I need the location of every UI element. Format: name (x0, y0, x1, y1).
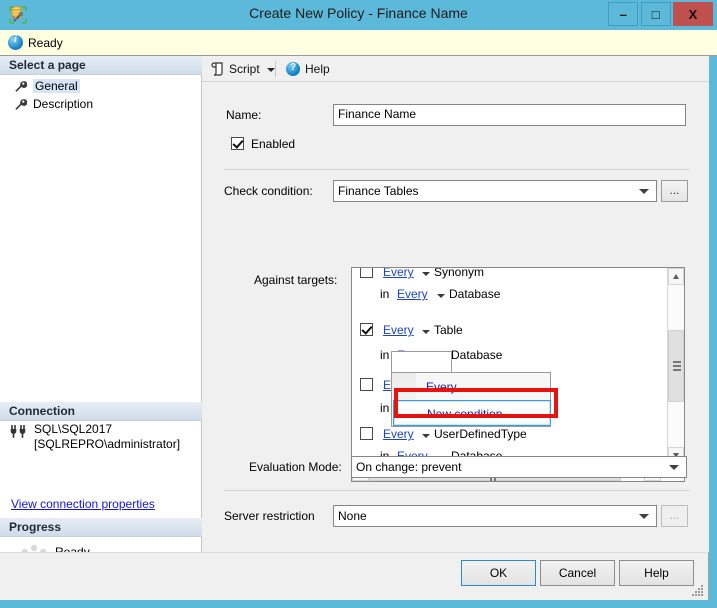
help-label: Help (305, 62, 330, 76)
main-panel: Script Help Name: Finance Name Enabled C… (202, 56, 709, 552)
sidebar-item-label: Description (33, 97, 94, 111)
check-condition-browse-button[interactable]: ... (661, 180, 688, 202)
enabled-label: Enabled (251, 137, 296, 151)
dropdown-item-label: New condition... (427, 407, 513, 421)
check-condition-value: Finance Tables (338, 184, 419, 198)
server-restriction-label: Server restriction (224, 509, 315, 523)
target-checkbox[interactable] (360, 427, 373, 440)
target-type-label: Synonym (434, 268, 485, 279)
wrench-icon (15, 81, 27, 92)
target-scope-link[interactable]: Every (383, 323, 414, 337)
view-connection-properties-link[interactable]: View connection properties (11, 497, 155, 511)
progress-header-label: Progress (9, 520, 62, 534)
chevron-down-icon[interactable] (437, 294, 445, 298)
minimize-button[interactable]: – (608, 2, 639, 26)
evaluation-mode-value: On change: prevent (356, 460, 462, 474)
chevron-down-icon[interactable] (422, 272, 430, 276)
script-button[interactable]: Script (211, 60, 275, 79)
chevron-down-icon[interactable] (422, 330, 430, 334)
help-icon (286, 62, 300, 76)
divider-1 (224, 169, 690, 170)
help-button-footer[interactable]: Help (619, 560, 694, 586)
name-label: Name: (226, 108, 262, 122)
evaluation-mode-label: Evaluation Mode: (249, 460, 342, 474)
enabled-checkbox-box[interactable] (231, 137, 244, 150)
server-restriction-select[interactable]: None (333, 505, 657, 527)
progress-header: Progress (0, 518, 202, 537)
status-text: Ready (28, 36, 63, 50)
dialog-body: Select a page General Description Connec… (0, 56, 709, 578)
against-targets-content: Every Synonym in Every Database Every Ta… (352, 268, 668, 464)
target-type-label: Database (449, 287, 501, 301)
target-checkbox[interactable] (360, 268, 373, 278)
dropdown-item-new-condition[interactable]: New condition... (393, 400, 551, 426)
against-targets-listbox[interactable]: Every Synonym in Every Database Every Ta… (351, 267, 685, 482)
resize-grip-icon[interactable] (692, 585, 704, 597)
target-checkbox[interactable] (360, 378, 373, 391)
scroll-up-button[interactable] (668, 268, 684, 285)
dropdown-item-every[interactable]: Every (393, 374, 551, 400)
chevron-down-icon (639, 189, 649, 194)
connection-header-label: Connection (9, 404, 75, 418)
create-new-policy-dialog: Create New Policy - Finance Name – □ X R… (0, 0, 717, 608)
target-in-label: in (380, 401, 390, 415)
target-in-label: in (380, 348, 390, 362)
dropdown-item-label: Every (426, 380, 457, 394)
sidebar: Select a page General Description Connec… (0, 56, 202, 578)
target-scope-link[interactable]: Every (383, 268, 414, 279)
ok-button[interactable]: OK (461, 560, 536, 586)
evaluation-mode-select[interactable]: On change: prevent (351, 456, 687, 478)
chevron-down-icon (669, 465, 679, 470)
maximize-button[interactable]: □ (640, 2, 671, 26)
connection-user: [SQLREPRO\administrator] (34, 437, 181, 451)
name-input[interactable]: Finance Name (333, 104, 686, 126)
scope-dropdown-menu[interactable]: Every New condition... (391, 372, 551, 427)
target-scope-combo-open[interactable] (391, 351, 452, 372)
info-icon (8, 34, 23, 50)
script-icon (211, 62, 223, 76)
sidebar-header: Select a page (0, 56, 202, 75)
close-button[interactable]: X (673, 2, 713, 26)
cancel-button[interactable]: Cancel (540, 560, 615, 586)
connection-header: Connection (0, 402, 202, 421)
wrench-icon (15, 99, 27, 110)
browse-ellipsis: ... (669, 183, 680, 197)
check-condition-label: Check condition: (224, 184, 313, 198)
target-type-label: UserDefinedType (434, 427, 527, 441)
target-scope-link[interactable]: Every (383, 427, 414, 441)
toolbar-separator (275, 61, 276, 77)
browse-ellipsis: ... (669, 508, 680, 522)
server-restriction-browse-button: ... (661, 505, 688, 527)
toolbar: Script Help (202, 56, 709, 82)
against-targets-label: Against targets: (254, 273, 338, 287)
listbox-vertical-scrollbar[interactable] (667, 268, 684, 464)
help-button[interactable]: Help (286, 60, 342, 79)
chevron-down-icon[interactable] (267, 68, 275, 72)
vertical-scroll-thumb[interactable] (668, 330, 684, 402)
status-bar: Ready (0, 30, 717, 56)
sidebar-item-label: General (33, 79, 80, 93)
divider-2 (224, 490, 690, 491)
target-in-label: in (380, 287, 390, 301)
sidebar-header-label: Select a page (9, 58, 86, 72)
target-scope-link[interactable]: Every (397, 287, 428, 301)
server-restriction-value: None (338, 509, 367, 523)
connection-icon (10, 425, 26, 438)
script-label: Script (229, 62, 260, 76)
target-type-label: Table (434, 323, 463, 337)
chevron-down-icon (639, 514, 649, 519)
target-type-label: Database (451, 348, 503, 362)
scroll-grip-icon (673, 361, 681, 371)
title-bar: Create New Policy - Finance Name – □ X (0, 0, 717, 30)
check-condition-select[interactable]: Finance Tables (333, 180, 657, 202)
connection-server: SQL\SQL2017 (34, 422, 113, 436)
chevron-down-icon[interactable] (422, 434, 430, 438)
window-controls: – □ X (608, 2, 713, 26)
target-checkbox[interactable] (360, 323, 373, 336)
dialog-footer: OK Cancel Help (0, 552, 709, 600)
